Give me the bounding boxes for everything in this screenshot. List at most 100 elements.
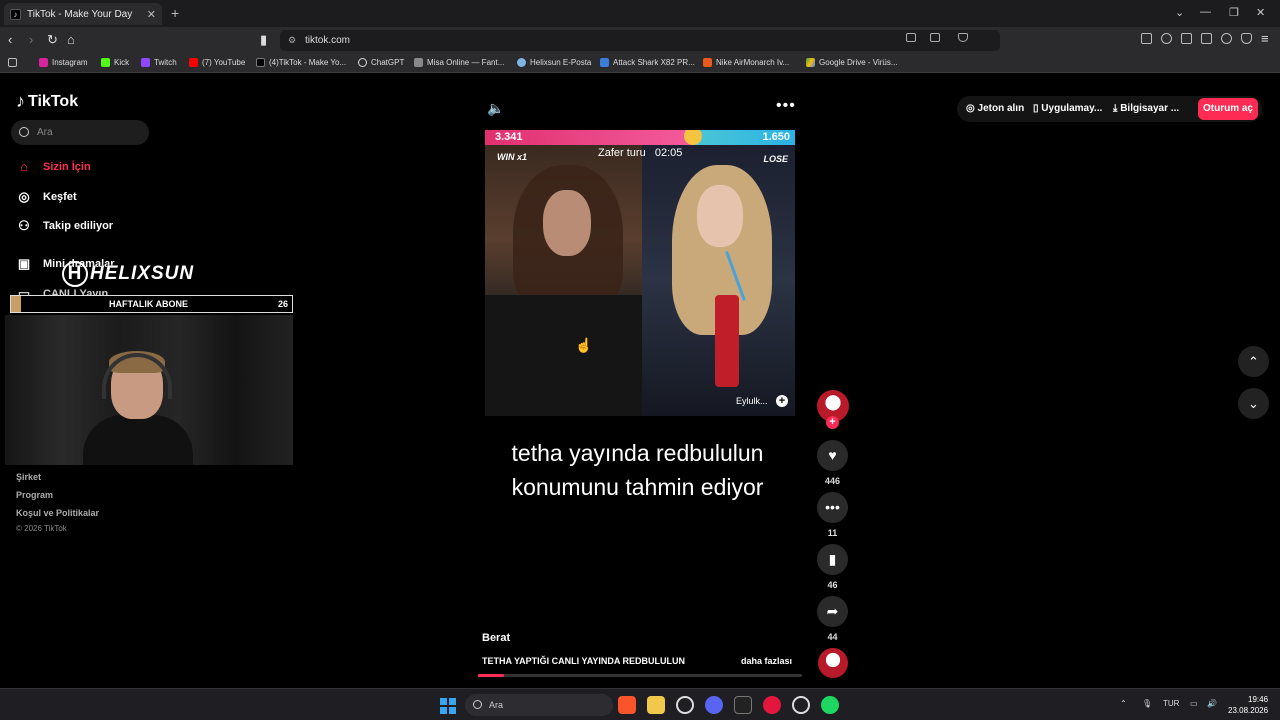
volume-icon[interactable]: 🔈	[487, 100, 504, 117]
riot-client-icon[interactable]	[763, 696, 781, 714]
leo-ai-icon[interactable]	[1221, 33, 1232, 44]
bookmark-misa[interactable]: Misa Online — Fant...	[414, 58, 504, 67]
get-app-button[interactable]: ▯ Uygulamay...	[1033, 103, 1102, 114]
bookmark-youtube[interactable]: (7) YouTube	[189, 58, 245, 67]
score-right: 1.650	[762, 131, 790, 143]
download-icon: ⤓	[1113, 103, 1118, 114]
tab-list-chevron-icon[interactable]: ⌄	[1175, 6, 1184, 19]
home-icon[interactable]: ⌂	[67, 32, 75, 47]
pc-app-button[interactable]: ⤓ Bilgisayar ...	[1113, 103, 1179, 114]
tiktok-favicon-icon: ♪	[10, 8, 21, 20]
vpn-icon[interactable]	[1241, 33, 1252, 44]
music-disc-avatar[interactable]	[818, 648, 848, 678]
author-name[interactable]: Berat	[482, 632, 510, 644]
save-count: 46	[827, 580, 838, 590]
bookmark-instagram[interactable]: Instagram	[39, 58, 88, 67]
like-count: 446	[824, 476, 841, 486]
bookmarks-bar: Instagram Kick Twitch (7) YouTube (4)Tik…	[0, 54, 1280, 73]
footer-company[interactable]: Şirket	[16, 472, 41, 482]
bookmark-icon[interactable]: ▮	[260, 32, 267, 48]
wallet-icon[interactable]	[1201, 33, 1212, 44]
get-coins-button[interactable]: ◎ Jeton alın	[966, 103, 1024, 114]
share-button[interactable]: ➦	[817, 596, 848, 627]
follow-plus-icon[interactable]: +	[826, 416, 839, 429]
network-icon[interactable]: ▭	[1190, 699, 1198, 708]
video-progress-bar[interactable]	[478, 674, 802, 677]
like-button[interactable]: ♥	[817, 440, 848, 471]
nav-explore[interactable]: ◎ Keşfet	[16, 189, 76, 205]
search-icon	[19, 127, 29, 137]
taskbar-search[interactable]: Ara	[465, 694, 613, 716]
forward-icon[interactable]: ›	[29, 32, 33, 47]
mouse-cursor-icon: ☝	[575, 337, 593, 353]
discord-icon[interactable]	[705, 696, 723, 714]
tiktok-note-icon: ♪	[16, 91, 25, 111]
bookmark-icon: ▮	[828, 551, 837, 567]
tray-chevron-icon[interactable]: ⌃	[1120, 699, 1127, 708]
back-icon[interactable]: ‹	[8, 32, 12, 47]
taskbar-clock[interactable]: 19:46 23.08.2026	[1228, 694, 1268, 716]
helixsun-emblem-icon: H	[62, 261, 88, 287]
next-video-button[interactable]: ⌄	[1238, 388, 1269, 419]
nav-following[interactable]: ⚇ Takip ediliyor	[16, 218, 113, 234]
search-input[interactable]: Ara	[11, 120, 149, 145]
menu-icon[interactable]: ≡	[1261, 31, 1269, 46]
save-button[interactable]: ▮	[817, 544, 848, 575]
bookmark-helixsun-mail[interactable]: Helixsun E-Posta	[517, 58, 591, 67]
sidebar-icon[interactable]	[1181, 33, 1192, 44]
language-indicator[interactable]: TUR	[1163, 699, 1179, 708]
spotify-icon[interactable]	[821, 696, 839, 714]
start-button[interactable]	[440, 698, 456, 714]
app-icon[interactable]	[734, 696, 752, 714]
footer-terms[interactable]: Koşul ve Politikalar	[16, 508, 99, 518]
bookmark-kick[interactable]: Kick	[101, 58, 129, 67]
instagram-icon	[39, 58, 48, 67]
extensions-icon[interactable]	[1141, 33, 1152, 44]
steelseries-icon[interactable]	[676, 696, 694, 714]
right-stream-cam	[642, 145, 795, 416]
more-options-icon[interactable]: •••	[776, 97, 796, 115]
file-explorer-icon[interactable]	[647, 696, 665, 714]
comment-button[interactable]: •••	[817, 492, 848, 523]
maximize-icon[interactable]: ❐	[1229, 6, 1239, 19]
more-button[interactable]: daha fazlası	[741, 656, 792, 666]
browser-tab[interactable]: ♪ TikTok - Make Your Day ✕	[4, 3, 162, 25]
bookmark-google-drive[interactable]: Google Drive - Virüs...	[806, 58, 898, 67]
clock-time: 19:46	[1248, 695, 1269, 704]
subscriber-progress-fill	[11, 296, 21, 312]
new-tab-icon[interactable]: +	[171, 5, 179, 21]
address-bar[interactable]: ⚙ tiktok.com	[280, 30, 1000, 51]
bookmark-nike[interactable]: Nike AirMonarch Iv...	[703, 58, 789, 67]
opponent-name[interactable]: Eylulk...	[736, 396, 768, 406]
login-button[interactable]: Oturum aç	[1198, 98, 1258, 120]
bookmark-attack-shark[interactable]: Attack Shark X82 PR...	[600, 58, 695, 67]
previous-video-button[interactable]: ⌃	[1238, 346, 1269, 377]
brave-browser-icon[interactable]	[618, 696, 636, 714]
cast-icon[interactable]	[930, 33, 940, 42]
nike-icon	[703, 58, 712, 67]
obs-icon[interactable]	[792, 696, 810, 714]
volume-icon[interactable]: 🔊	[1207, 699, 1217, 708]
translate-icon[interactable]	[906, 33, 916, 42]
reload-icon[interactable]: ↻	[47, 32, 58, 48]
bookmark-chatgpt[interactable]: ChatGPT	[358, 58, 404, 67]
tiktok-logo[interactable]: ♪ TikTok	[16, 91, 78, 112]
bookmark-twitch[interactable]: Twitch	[141, 58, 177, 67]
apps-grid-icon[interactable]	[8, 58, 21, 67]
win-label: WIN x1	[497, 152, 528, 162]
subscriber-label: HAFTALIK ABONE	[109, 299, 188, 309]
microphone-icon[interactable]: 🎙	[1142, 699, 1152, 708]
bookmark-tiktok[interactable]: (4)TikTok - Make Yo...	[256, 58, 346, 67]
footer-program[interactable]: Program	[16, 490, 53, 500]
follow-opponent-icon[interactable]: +	[776, 395, 788, 407]
tab-close-icon[interactable]: ✕	[147, 8, 156, 21]
battle-score-bar: 3.341 1.650	[485, 130, 795, 145]
copyright: © 2026 TikTok	[16, 524, 67, 533]
window-close-icon[interactable]: ✕	[1256, 6, 1265, 19]
music-icon[interactable]	[1161, 33, 1172, 44]
search-icon	[473, 700, 482, 709]
minimize-icon[interactable]: —	[1200, 6, 1211, 18]
video-player[interactable]: 3.341 1.650 WIN x1 Zafer turu 02:05 LOSE…	[485, 130, 795, 416]
nav-for-you[interactable]: ⌂ Sizin İçin	[16, 159, 91, 175]
site-info-icon[interactable]: ⚙	[288, 30, 296, 51]
